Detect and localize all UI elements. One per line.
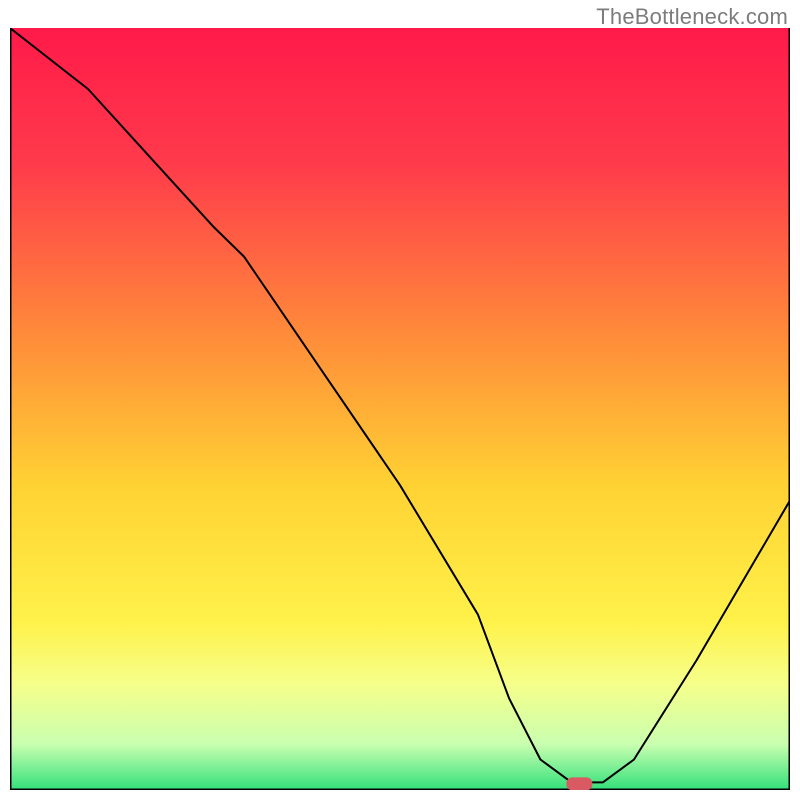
watermark-text: TheBottleneck.com (596, 4, 788, 30)
optimal-marker (566, 777, 592, 790)
gradient-background (10, 28, 790, 790)
chart-container (10, 28, 790, 790)
bottleneck-chart (10, 28, 790, 790)
